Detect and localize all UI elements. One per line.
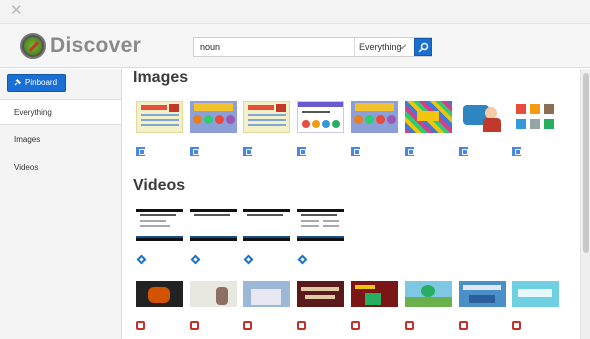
video-result[interactable]: [297, 281, 344, 307]
image-result[interactable]: [351, 101, 398, 133]
sidebar-item-videos[interactable]: Videos: [0, 155, 121, 181]
google-source-icon[interactable]: [136, 147, 145, 156]
search-divider: [354, 38, 355, 56]
window-top-bar: ✕: [0, 0, 590, 24]
youtube-source-icon[interactable]: [512, 321, 521, 330]
video-result[interactable]: [136, 209, 183, 241]
image-result[interactable]: [136, 101, 183, 133]
sidebar-item-everything[interactable]: Everything: [0, 99, 121, 125]
youtube-source-icon[interactable]: [136, 321, 145, 330]
google-source-icon[interactable]: [190, 147, 199, 156]
image-result[interactable]: [512, 101, 559, 133]
image-result[interactable]: [459, 101, 506, 133]
videos-section-title: Videos: [133, 177, 186, 194]
discover-logo-icon: [20, 33, 46, 59]
pin-icon: [14, 79, 21, 86]
video-result[interactable]: [136, 281, 183, 307]
vimeo-source-icon[interactable]: [243, 254, 254, 265]
vimeo-source-icon[interactable]: [297, 254, 308, 265]
google-source-icon[interactable]: [459, 147, 468, 156]
google-source-icon[interactable]: [512, 147, 521, 156]
scope-select[interactable]: Everything: [359, 38, 402, 56]
pinboard-button[interactable]: Pinboard: [7, 74, 66, 92]
video-result[interactable]: [351, 281, 398, 307]
sidebar: Pinboard Everything Images Videos: [0, 69, 122, 339]
results-panel: Images Videos: [122, 69, 580, 339]
image-result[interactable]: [405, 101, 452, 133]
video-result[interactable]: [405, 281, 452, 307]
search-button[interactable]: [414, 38, 432, 56]
vimeo-source-icon[interactable]: [136, 254, 147, 265]
vimeo-source-icon[interactable]: [190, 254, 201, 265]
sidebar-item-images[interactable]: Images: [0, 127, 121, 153]
video-result[interactable]: [297, 209, 344, 241]
video-result[interactable]: [512, 281, 559, 307]
image-result[interactable]: [190, 101, 237, 133]
video-result[interactable]: [243, 209, 290, 241]
search-input[interactable]: [194, 38, 354, 56]
youtube-source-icon[interactable]: [405, 321, 414, 330]
video-result[interactable]: [243, 281, 290, 307]
pinboard-label: Pinboard: [25, 78, 58, 87]
google-source-icon[interactable]: [351, 147, 360, 156]
youtube-source-icon[interactable]: [297, 321, 306, 330]
search-bar: Everything: [193, 37, 432, 57]
youtube-source-icon[interactable]: [351, 321, 360, 330]
image-result[interactable]: [297, 101, 344, 133]
video-result[interactable]: [459, 281, 506, 307]
video-result[interactable]: [190, 209, 237, 241]
youtube-source-icon[interactable]: [243, 321, 252, 330]
video-result[interactable]: [190, 281, 237, 307]
results-scrollbar[interactable]: [580, 69, 590, 339]
google-source-icon[interactable]: [243, 147, 252, 156]
scrollbar-thumb[interactable]: [583, 73, 589, 253]
google-source-icon[interactable]: [405, 147, 414, 156]
close-icon[interactable]: ✕: [10, 2, 23, 20]
youtube-source-icon[interactable]: [190, 321, 199, 330]
youtube-source-icon[interactable]: [459, 321, 468, 330]
google-source-icon[interactable]: [297, 147, 306, 156]
brand-title: Discover: [50, 34, 142, 57]
search-icon: [418, 42, 429, 53]
images-section-title: Images: [133, 69, 189, 86]
image-result[interactable]: [243, 101, 290, 133]
